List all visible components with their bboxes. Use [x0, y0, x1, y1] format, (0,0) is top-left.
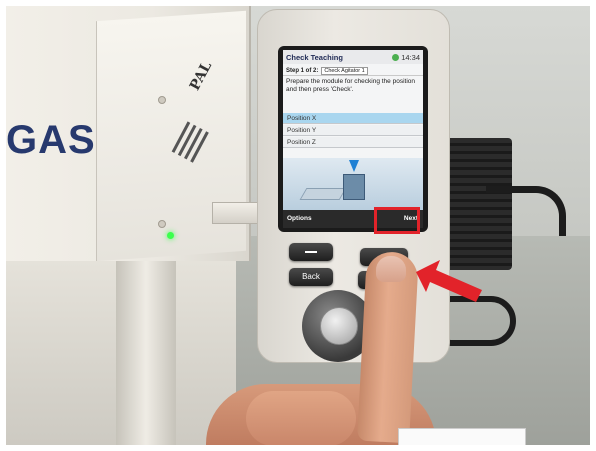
power-cable — [486, 186, 566, 236]
housing-brand-text: GAS — [6, 118, 96, 162]
step-label: Step 1 of 2: — [286, 68, 319, 74]
screw — [158, 96, 166, 104]
network-icon — [392, 54, 400, 61]
status-led — [167, 232, 174, 239]
left-softkey-button[interactable] — [289, 243, 333, 261]
rail-post — [116, 261, 176, 445]
clock-text: 14:34 — [401, 53, 420, 62]
position-label: Position Y — [287, 127, 317, 134]
back-button[interactable]: Back — [289, 268, 333, 286]
instruction-text: Prepare the module for checking the posi… — [286, 78, 415, 93]
screen-clock: 14:34 — [392, 53, 420, 62]
illustration-tray — [299, 188, 347, 200]
illustration-arrow-icon — [349, 160, 359, 172]
position-row-x[interactable]: Position X — [283, 113, 423, 124]
step-select[interactable]: Check Agitator 1 — [321, 67, 368, 75]
step-indicator: Step 1 of 2: Check Agitator 1 — [283, 65, 423, 76]
jog-wheel[interactable] — [320, 307, 358, 345]
screen-title-bar: Check Teaching 14:34 — [283, 50, 423, 64]
screw — [158, 220, 166, 228]
agitator-illustration — [283, 158, 423, 210]
photo: GAS PAL Check Teaching 14:34 Step 1 of 2… — [6, 6, 590, 445]
paper-sheet — [398, 428, 526, 445]
fingernail — [376, 256, 406, 282]
position-label: Position Z — [287, 139, 316, 146]
position-row-y[interactable]: Position Y — [283, 125, 423, 136]
screen-title: Check Teaching — [286, 53, 343, 62]
position-row-z[interactable]: Position Z — [283, 137, 423, 148]
next-highlight-box — [374, 207, 420, 234]
hand-knuckle — [246, 391, 356, 445]
red-arrow-icon — [416, 260, 482, 302]
illustration-agitator — [343, 174, 365, 200]
options-softkey[interactable]: Options — [287, 215, 312, 222]
position-label: Position X — [287, 115, 317, 122]
terminal-screen: Check Teaching 14:34 Step 1 of 2: Check A… — [283, 50, 423, 228]
